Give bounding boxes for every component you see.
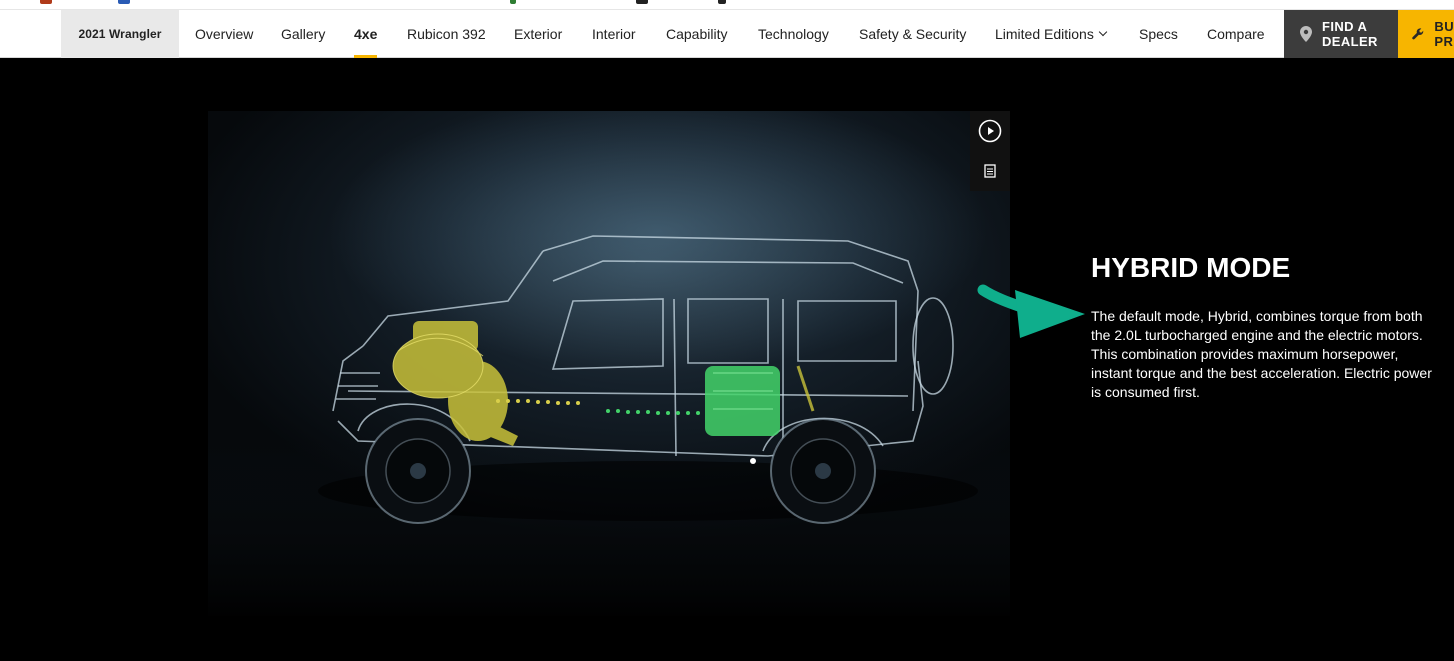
bookmark-favicon[interactable] bbox=[118, 0, 130, 4]
build-and-price-button[interactable]: BU PR bbox=[1398, 10, 1454, 58]
find-dealer-button[interactable]: FIND A DEALER bbox=[1284, 10, 1398, 58]
bookmark-favicon[interactable] bbox=[718, 0, 726, 4]
jeep-xray-illustration bbox=[208, 111, 1010, 616]
chevron-down-icon bbox=[1098, 27, 1108, 37]
hybrid-mode-video[interactable] bbox=[208, 111, 1010, 616]
video-controls bbox=[970, 111, 1010, 191]
nav-item-safety-security[interactable]: Safety & Security bbox=[859, 10, 966, 58]
wrench-icon bbox=[1412, 28, 1424, 40]
nav-item-technology[interactable]: Technology bbox=[758, 10, 829, 58]
annotation-arrow-icon bbox=[977, 284, 1085, 338]
bookmark-favicon[interactable] bbox=[636, 0, 648, 4]
nav-item-rubicon-392[interactable]: Rubicon 392 bbox=[407, 10, 486, 58]
find-dealer-label: FIND A DEALER bbox=[1322, 19, 1378, 49]
nav-item-label: Limited Editions bbox=[995, 26, 1094, 42]
play-icon bbox=[978, 119, 1002, 143]
bookmark-favicon[interactable] bbox=[510, 0, 516, 4]
section-heading: HYBRID MODE bbox=[1091, 252, 1291, 283]
nav-item-gallery[interactable]: Gallery bbox=[281, 10, 325, 58]
nav-item-interior[interactable]: Interior bbox=[592, 10, 636, 58]
bookmark-favicon[interactable] bbox=[40, 0, 52, 4]
nav-item-overview[interactable]: Overview bbox=[195, 10, 253, 58]
section-description: The default mode, Hybrid, combines torqu… bbox=[1091, 308, 1432, 400]
nav-item-specs[interactable]: Specs bbox=[1139, 10, 1178, 58]
nav-item-4xe[interactable]: 4xe bbox=[354, 10, 378, 58]
model-nav-bar: 2021 Wrangler Overview Gallery 4xe Rubic… bbox=[0, 10, 1454, 58]
model-name-tab[interactable]: 2021 Wrangler bbox=[61, 10, 179, 58]
transcript-button[interactable] bbox=[970, 151, 1010, 191]
nav-item-limited-editions[interactable]: Limited Editions bbox=[995, 10, 1108, 58]
nav-item-capability[interactable]: Capability bbox=[666, 10, 727, 58]
play-button[interactable] bbox=[970, 111, 1010, 151]
nav-item-compare[interactable]: Compare bbox=[1207, 10, 1265, 58]
transcript-icon bbox=[984, 164, 996, 178]
map-pin-icon bbox=[1300, 26, 1312, 42]
build-and-price-label: BU PR bbox=[1434, 19, 1454, 49]
bookmarks-bar bbox=[0, 0, 1454, 10]
nav-item-exterior[interactable]: Exterior bbox=[514, 10, 562, 58]
